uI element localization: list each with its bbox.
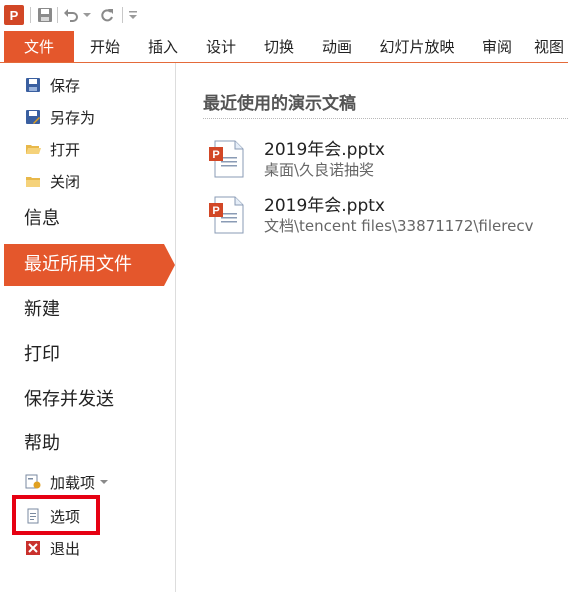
exit-icon	[24, 539, 42, 557]
customize-toolbar-icon[interactable]	[127, 5, 139, 25]
nav-new[interactable]: 新建	[24, 295, 60, 325]
pptx-file-icon: P	[209, 140, 244, 178]
tab-animations[interactable]: 动画	[312, 31, 362, 63]
quick-access-toolbar: P	[0, 0, 568, 30]
recent-file-path: 桌面\久良诺抽奖	[264, 161, 375, 179]
folder-close-icon	[24, 172, 42, 190]
recent-file-item[interactable]: P 2019年会.pptx 桌面\久良诺抽奖	[203, 135, 568, 183]
nav-help[interactable]: 帮助	[24, 429, 60, 459]
tab-view[interactable]: 视图	[534, 31, 568, 63]
recent-files-panel: 最近使用的演示文稿 P 2019年会.pptx 桌面\久良诺抽奖 P 2019年…	[177, 63, 568, 592]
nav-recent[interactable]: 最近所用文件	[24, 244, 132, 286]
tab-home[interactable]: 开始	[80, 31, 130, 63]
addins-icon	[24, 473, 42, 491]
nav-exit-label: 退出	[50, 539, 81, 558]
nav-save-as[interactable]: 另存为	[24, 106, 95, 128]
toolbar-separator	[122, 7, 123, 23]
save-icon[interactable]	[36, 5, 54, 25]
svg-text:P: P	[212, 205, 219, 217]
nav-open-label: 打开	[50, 140, 81, 159]
svg-text:P: P	[212, 149, 219, 161]
undo-dropdown-icon[interactable]	[82, 5, 92, 25]
options-highlight-box	[12, 495, 100, 535]
tab-file[interactable]: 文件	[4, 31, 74, 63]
nav-open[interactable]: 打开	[24, 138, 80, 160]
pptx-file-icon: P	[209, 196, 244, 234]
nav-save[interactable]: 保存	[24, 74, 80, 96]
nav-print[interactable]: 打印	[24, 340, 60, 370]
tab-insert[interactable]: 插入	[138, 31, 188, 63]
nav-save-send[interactable]: 保存并发送	[24, 385, 114, 415]
recent-file-item[interactable]: P 2019年会.pptx 文档\tencent files\33871172\…	[203, 191, 568, 239]
backstage-nav: 保存 另存为 打开 关闭 信息 最近所用文件 新建 打印 保存并发送 帮助 加载…	[0, 63, 176, 592]
nav-close-label: 关闭	[50, 172, 81, 191]
save-icon	[24, 76, 42, 94]
ribbon-tabs: 文件 开始 插入 设计 切换 动画 幻灯片放映 审阅 视图	[0, 31, 568, 63]
nav-save-label: 保存	[50, 76, 81, 95]
recent-file-name: 2019年会.pptx	[264, 140, 385, 160]
recent-presentations-title: 最近使用的演示文稿	[203, 94, 356, 114]
folder-open-icon	[24, 140, 42, 158]
recent-file-name: 2019年会.pptx	[264, 196, 385, 216]
tab-slideshow[interactable]: 幻灯片放映	[372, 31, 462, 63]
undo-icon[interactable]	[62, 5, 80, 25]
nav-info[interactable]: 信息	[24, 204, 60, 234]
save-as-icon	[24, 108, 42, 126]
nav-close[interactable]: 关闭	[24, 170, 80, 192]
title-divider	[203, 118, 568, 119]
nav-exit[interactable]: 退出	[24, 537, 80, 559]
toolbar-separator	[30, 7, 31, 23]
tab-transitions[interactable]: 切换	[254, 31, 304, 63]
dropdown-arrow-icon	[100, 480, 109, 484]
nav-save-as-label: 另存为	[50, 108, 96, 127]
nav-addins[interactable]: 加载项	[24, 471, 109, 493]
recent-file-path: 文档\tencent files\33871172\filerecv	[264, 217, 534, 235]
nav-recent-selected-arrow	[164, 244, 175, 286]
tab-design[interactable]: 设计	[196, 31, 246, 63]
tab-review[interactable]: 审阅	[472, 31, 522, 63]
nav-addins-label: 加载项	[50, 473, 96, 492]
redo-icon[interactable]	[98, 5, 116, 25]
powerpoint-logo-icon[interactable]: P	[4, 5, 24, 25]
toolbar-separator	[57, 7, 58, 23]
